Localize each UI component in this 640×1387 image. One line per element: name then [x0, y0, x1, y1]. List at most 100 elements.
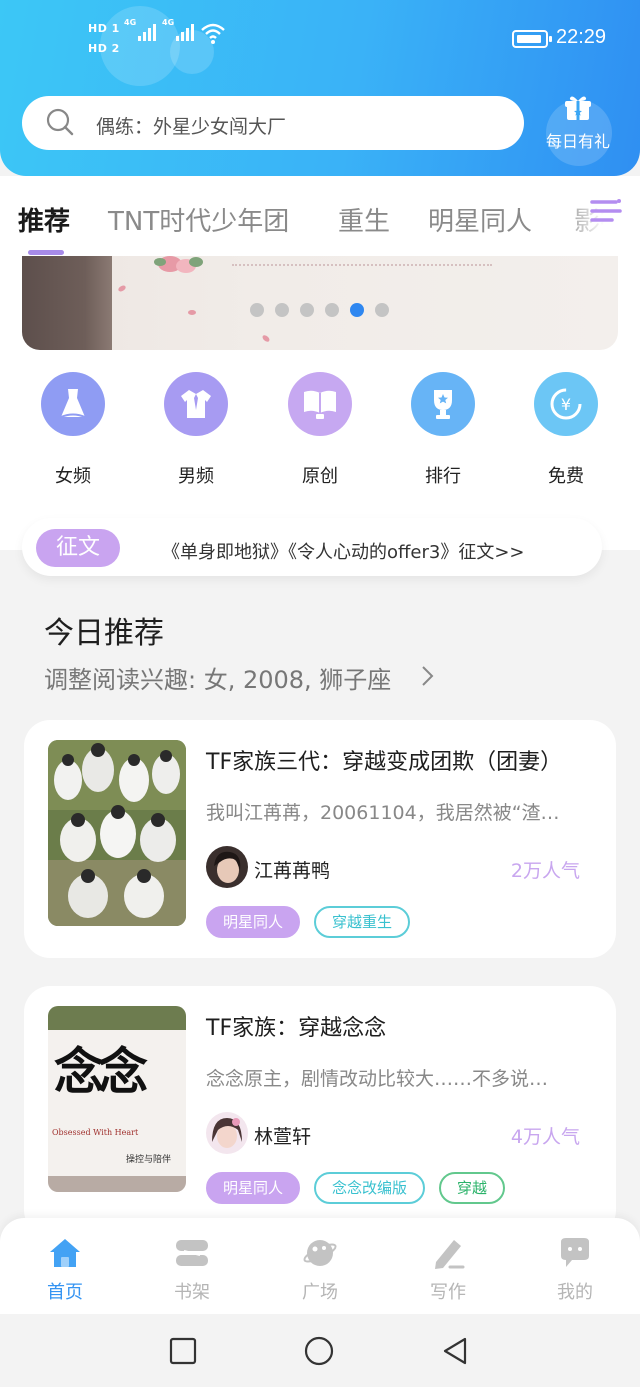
status-bar: HD 1 HD 2 4G 4G 22:29	[0, 14, 640, 64]
hd1-indicator: HD 1	[88, 22, 120, 35]
banner-decoration-line	[232, 264, 492, 270]
coin-icon: ¥	[534, 372, 598, 436]
active-tab-indicator	[28, 250, 64, 255]
book-tag[interactable]: 明星同人	[206, 906, 301, 938]
chat-bubble-icon	[561, 1238, 589, 1267]
pen-icon	[435, 1240, 465, 1269]
gift-icon	[565, 96, 591, 120]
nav-label: 书架	[174, 1282, 210, 1303]
carousel-dot-active[interactable]	[350, 303, 364, 317]
search-placeholder: 偶练：外星少女闯大厂	[96, 116, 287, 138]
shortcut-label: 女频	[55, 466, 91, 487]
home-button-icon[interactable]	[304, 1336, 334, 1366]
carousel-dot[interactable]	[300, 303, 314, 317]
carousel-dot[interactable]	[250, 303, 264, 317]
carousel-indicator	[250, 303, 389, 317]
nav-profile[interactable]: 我的	[535, 1236, 615, 1304]
app-header: HD 1 HD 2 4G 4G 22:29 偶练：外星少女闯大厂 每日有礼	[0, 0, 640, 176]
author-name[interactable]: 江苒苒鸭	[254, 856, 330, 883]
book-icon	[288, 372, 352, 436]
carousel-dot[interactable]	[325, 303, 339, 317]
system-navigation-bar	[0, 1314, 640, 1387]
search-bar[interactable]: 偶练：外星少女闯大厂	[22, 96, 524, 150]
book-title[interactable]: TF家族：穿越念念	[206, 1010, 386, 1042]
daily-gift-label: 每日有礼	[545, 132, 610, 151]
nav-bookshelf[interactable]: 书架	[152, 1236, 232, 1304]
hd2-indicator: HD 2	[88, 42, 120, 55]
book-card[interactable]: 念念 Obsessed With Heart 操控与陪伴 TF家族：穿越念念 念…	[24, 986, 616, 1236]
carousel-dot[interactable]	[275, 303, 289, 317]
shirt-icon	[164, 372, 228, 436]
shortcut-free[interactable]: ¥ 免费	[534, 372, 598, 488]
clock: 22:29	[556, 26, 607, 48]
nav-write[interactable]: 写作	[408, 1236, 488, 1304]
shortcut-ranking[interactable]: 排行	[411, 372, 475, 488]
nav-label: 广场	[302, 1282, 338, 1303]
network-type-label: 4G	[124, 18, 137, 27]
signal-icon: 4G	[124, 18, 156, 41]
category-tabs: 推荐 TNT时代少年团 重生 明星同人 影视	[0, 176, 640, 256]
book-tag[interactable]: 穿越重生	[314, 906, 411, 938]
menu-icon[interactable]	[588, 196, 622, 226]
book-tags: 明星同人 穿越重生	[206, 906, 411, 938]
bookshelf-icon	[176, 1240, 208, 1266]
petal-decoration	[188, 310, 196, 315]
nav-label: 我的	[557, 1282, 593, 1303]
planet-icon	[303, 1240, 337, 1266]
section-title: 今日推荐	[44, 616, 164, 651]
popularity-count: 4万人气	[510, 1126, 580, 1148]
banner-flower-decoration	[154, 256, 203, 273]
tab-celebrity-fanfic[interactable]: 明星同人	[428, 201, 532, 238]
book-cover-image[interactable]	[48, 740, 186, 926]
nav-label: 写作	[430, 1282, 466, 1303]
tab-rebirth[interactable]: 重生	[338, 201, 390, 238]
network-type-label: 4G	[162, 18, 175, 27]
interest-settings-link[interactable]: 调整阅读兴趣: 女, 2008, 狮子座	[44, 660, 391, 695]
search-icon	[46, 108, 74, 136]
contest-badge: 征文	[36, 529, 120, 567]
shortcut-original[interactable]: 原创	[288, 372, 352, 488]
contest-text[interactable]: 《单身即地狱》《令人心动的offer3》征文>>	[162, 538, 525, 564]
book-tag[interactable]: 念念改编版	[314, 1172, 426, 1204]
home-icon	[50, 1239, 80, 1267]
cover-title: 念念	[54, 1042, 148, 1101]
book-cover-image[interactable]: 念念 Obsessed With Heart 操控与陪伴	[48, 1006, 186, 1192]
author-avatar[interactable]	[206, 1112, 248, 1154]
chevron-right-icon[interactable]	[420, 664, 436, 688]
trophy-icon	[411, 372, 475, 436]
contest-notice[interactable]: 征文 《单身即地狱》《令人心动的offer3》征文>>	[22, 518, 602, 576]
battery-icon	[512, 30, 552, 48]
author-name[interactable]: 林萱轩	[254, 1122, 311, 1149]
author-avatar[interactable]	[206, 846, 248, 888]
nav-home[interactable]: 首页	[25, 1236, 105, 1304]
shortcut-male[interactable]: 男频	[164, 372, 228, 488]
book-tag[interactable]: 穿越	[439, 1172, 506, 1204]
carousel-dot[interactable]	[375, 303, 389, 317]
shortcut-label: 排行	[425, 466, 461, 487]
petal-decoration	[117, 284, 127, 293]
cover-subtitle: Obsessed With Heart	[52, 1128, 139, 1137]
dress-icon	[41, 372, 105, 436]
shortcut-female[interactable]: 女频	[41, 372, 105, 488]
nav-label: 首页	[47, 1282, 83, 1303]
tab-tnt[interactable]: TNT时代少年团	[108, 201, 289, 238]
cover-subtitle: 操控与陪伴	[126, 1155, 172, 1165]
recent-apps-icon[interactable]	[168, 1336, 198, 1366]
nav-square[interactable]: 广场	[280, 1236, 360, 1304]
book-description: 念念原主，剧情改动比较大……不多说…	[206, 1068, 549, 1090]
book-description: 我叫江苒苒，20061104，我居然被“渣…	[206, 802, 560, 824]
shortcut-label: 原创	[302, 466, 338, 487]
shortcut-label: 免费	[548, 466, 584, 487]
signal-icon: 4G	[162, 18, 194, 41]
book-title[interactable]: TF家族三代：穿越变成团欺（团妻）	[206, 744, 562, 776]
tab-recommend[interactable]: 推荐	[18, 201, 70, 238]
book-card[interactable]: TF家族三代：穿越变成团欺（团妻） 我叫江苒苒，20061104，我居然被“渣……	[24, 720, 616, 958]
back-icon[interactable]	[440, 1336, 470, 1366]
banner-image-door	[22, 256, 112, 350]
shortcut-label: 男频	[178, 466, 214, 487]
daily-gift-button[interactable]: 每日有礼	[536, 92, 620, 156]
book-tag[interactable]: 明星同人	[206, 1172, 301, 1204]
petal-decoration	[261, 334, 271, 343]
bottom-navigation: 首页 书架 广场 写作 我的	[0, 1218, 640, 1314]
svg-text:¥: ¥	[561, 395, 571, 414]
